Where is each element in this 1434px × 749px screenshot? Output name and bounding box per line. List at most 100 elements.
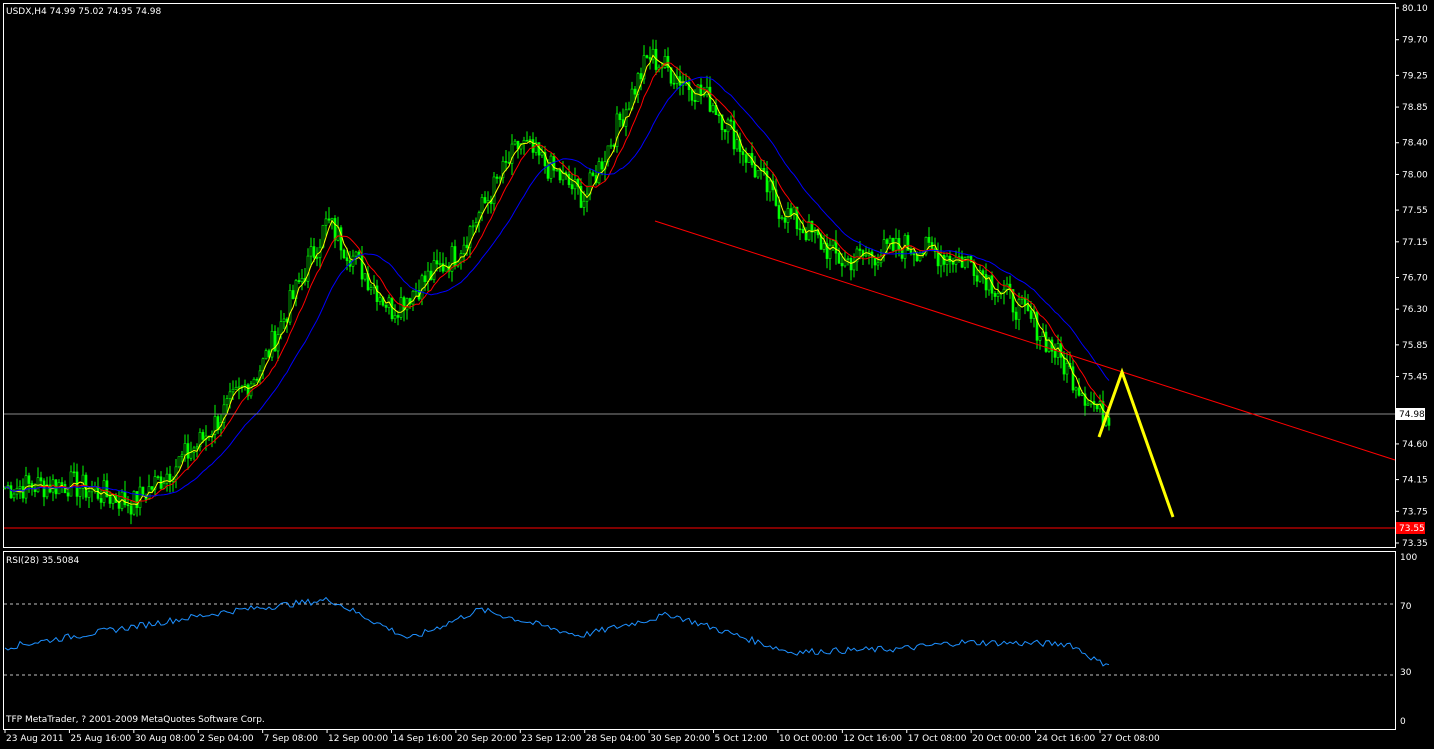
candle-body <box>573 178 577 190</box>
candle-body <box>927 236 931 243</box>
candle-body <box>183 443 187 456</box>
candle-body <box>873 257 877 266</box>
candle-body <box>849 258 853 271</box>
rsi-tick-label: 70 <box>1400 602 1412 612</box>
rsi-title: RSI(28) 35.5084 <box>6 556 79 566</box>
candle-body <box>600 161 604 170</box>
candle-body <box>180 454 184 457</box>
time-tick-label: 2 Sep 04:00 <box>199 734 254 744</box>
candle-body <box>39 477 43 482</box>
candle-body <box>21 486 25 499</box>
rsi-axis: 100 70 30 0 <box>1400 553 1417 727</box>
candle-body <box>279 321 283 335</box>
copyright-text: TFP MetaTrader, ? 2001-2009 MetaQuotes S… <box>5 715 265 725</box>
candle-body <box>291 290 295 299</box>
candle-body <box>672 82 676 85</box>
candle-body <box>282 318 286 322</box>
candle-body <box>231 389 235 393</box>
candle-body <box>132 491 136 515</box>
candle-body <box>717 114 721 117</box>
candle-body <box>435 260 439 265</box>
time-tick-label: 10 Oct 00:00 <box>779 734 838 744</box>
candle-body <box>234 387 238 390</box>
candle-body <box>798 228 802 231</box>
candle-body <box>690 89 694 101</box>
time-tick-label: 23 Sep 12:00 <box>521 734 581 744</box>
candle-body <box>846 258 850 260</box>
candle-body <box>18 486 22 489</box>
candle-body <box>42 480 46 498</box>
price-tick-label: 78.85 <box>1402 103 1428 113</box>
price-tick-label: 74.15 <box>1402 476 1428 486</box>
price-tick-label: 73.75 <box>1402 507 1428 517</box>
candle-body <box>663 56 667 68</box>
candle-body <box>393 315 397 320</box>
candle-body <box>513 140 517 145</box>
candle-body <box>918 252 922 262</box>
time-tick-label: 20 Sep 20:00 <box>457 734 517 744</box>
candle-body <box>480 197 484 214</box>
candle-body <box>648 57 652 60</box>
candle-body <box>354 251 358 257</box>
candle-body <box>975 275 979 282</box>
candle-body <box>837 252 841 264</box>
candle-body <box>462 244 466 254</box>
candle-body <box>627 108 631 111</box>
candle-body <box>891 237 895 251</box>
symbol-info: USDX,H4 74.99 75.02 74.95 74.98 <box>6 7 162 17</box>
candle-body <box>915 254 919 262</box>
candle-body <box>129 505 133 515</box>
candle-body <box>87 491 91 498</box>
candle-body <box>384 304 388 308</box>
candle-body <box>9 485 13 499</box>
candle-body <box>483 197 487 204</box>
rsi-panel[interactable] <box>3 551 1396 730</box>
price-tick-label: 76.70 <box>1402 273 1428 283</box>
candle-body <box>189 452 193 459</box>
price-axis: 80.10 79.70 79.25 78.85 78.40 78.00 77.55 77.15… <box>1395 4 1428 549</box>
candle-body <box>327 218 331 221</box>
candle-body <box>312 246 316 258</box>
candle-body <box>741 151 745 155</box>
candle-body <box>375 285 379 302</box>
candle-body <box>693 100 697 102</box>
time-tick-label: 7 Sep 08:00 <box>264 734 319 744</box>
candle-body <box>864 254 868 257</box>
candle-body <box>69 471 73 497</box>
candle-body <box>618 113 622 120</box>
candle-body <box>261 358 265 372</box>
candle-body <box>228 391 232 399</box>
candle-body <box>339 227 343 251</box>
chart-window[interactable]: USDX,H4 74.99 75.02 74.95 74.98 80.10 79.… <box>0 0 1434 745</box>
candle-body <box>60 482 64 485</box>
candle-body <box>177 456 181 468</box>
candle-body <box>1074 387 1078 391</box>
price-tick-label: 76.30 <box>1402 305 1428 315</box>
candle-body <box>141 486 145 497</box>
candle-body <box>1077 387 1081 396</box>
candle-body <box>768 180 772 193</box>
candle-body <box>411 290 415 305</box>
candle-body <box>1080 393 1084 396</box>
price-tick-label: 78.40 <box>1402 139 1428 149</box>
candle-body <box>252 378 256 385</box>
candle-body <box>549 155 553 179</box>
candle-body <box>858 248 862 251</box>
candle-body <box>522 140 526 144</box>
time-tick-label: 17 Oct 08:00 <box>908 734 967 744</box>
candle-body <box>888 237 892 244</box>
candle-body <box>504 160 508 163</box>
candle-body <box>639 73 643 80</box>
candle-body <box>822 243 826 250</box>
rsi-tick-label: 100 <box>1400 553 1417 563</box>
candle-body <box>591 172 595 176</box>
candle-body <box>783 217 787 223</box>
time-tick-label: 30 Sep 20:00 <box>650 734 710 744</box>
candle-body <box>72 471 76 474</box>
candle-body <box>315 257 319 259</box>
price-chart-svg[interactable]: USDX,H4 74.99 75.02 74.95 74.98 80.10 79.… <box>0 0 1434 745</box>
price-tick-label: 79.25 <box>1402 71 1428 81</box>
candle-body <box>1059 343 1063 358</box>
price-panel[interactable] <box>3 3 1396 548</box>
candle-body <box>78 488 82 497</box>
